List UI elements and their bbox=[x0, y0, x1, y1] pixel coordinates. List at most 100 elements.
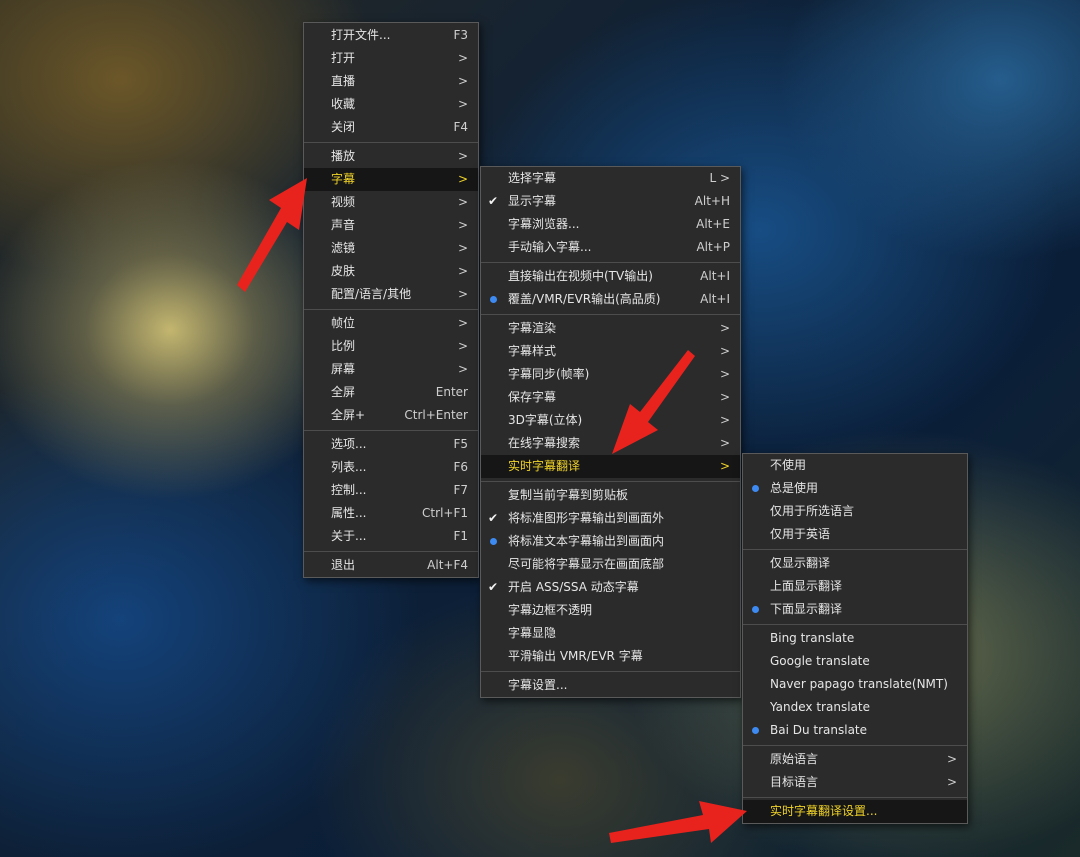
checkmark-icon: ✔ bbox=[488, 194, 499, 208]
submenu-arrow: > bbox=[457, 97, 468, 111]
menu-item-playlist[interactable]: 列表... F6 bbox=[304, 456, 478, 479]
menu-item-tv-output[interactable]: 直接输出在视频中(TV输出) Alt+I bbox=[481, 265, 740, 288]
submenu-arrow: > bbox=[946, 775, 957, 789]
menu-item-always-use[interactable]: 总是使用 bbox=[743, 477, 967, 500]
menu-item-config-language[interactable]: 配置/语言/其他 > bbox=[304, 283, 478, 306]
menu-item-label: 在线字幕搜索 bbox=[508, 436, 581, 450]
menu-item-label: Naver papago translate(NMT) bbox=[770, 677, 948, 691]
red-arrow-icon bbox=[237, 178, 307, 292]
menu-item-select-subtitle[interactable]: 选择字幕 L > bbox=[481, 167, 740, 190]
menu-item-translate-settings[interactable]: 实时字幕翻译设置... bbox=[743, 800, 967, 823]
menu-item-subtitles[interactable]: 字幕 > bbox=[304, 168, 478, 191]
menu-item-naver-papago[interactable]: Naver papago translate(NMT) bbox=[743, 673, 967, 696]
menu-item-yandex[interactable]: Yandex translate bbox=[743, 696, 967, 719]
menu-item-label: 字幕渲染 bbox=[508, 321, 557, 335]
menu-item-fullscreen-plus[interactable]: 全屏+ Ctrl+Enter bbox=[304, 404, 478, 427]
menu-item-video[interactable]: 视频 > bbox=[304, 191, 478, 214]
menu-item-label: 关于... bbox=[331, 529, 367, 543]
menu-item-smooth-output[interactable]: 平滑输出 VMR/EVR 字幕 bbox=[481, 645, 740, 668]
menu-item-about[interactable]: 关于... F1 bbox=[304, 525, 478, 548]
menu-item-translation-below[interactable]: 下面显示翻译 bbox=[743, 598, 967, 621]
menu-item-properties[interactable]: 属性... Ctrl+F1 bbox=[304, 502, 478, 525]
shortcut-label: F1 bbox=[453, 529, 468, 543]
menu-item-label: 直播 bbox=[331, 74, 356, 88]
menu-item-label: 退出 bbox=[331, 558, 356, 572]
menu-item-subtitle-settings[interactable]: 字幕设置... bbox=[481, 674, 740, 697]
menu-item-label: 原始语言 bbox=[770, 752, 819, 766]
menu-item-live[interactable]: 直播 > bbox=[304, 70, 478, 93]
radio-dot-icon bbox=[752, 727, 759, 734]
menu-separator bbox=[304, 551, 478, 552]
menu-item-exit[interactable]: 退出 Alt+F4 bbox=[304, 554, 478, 577]
shortcut-label: Ctrl+Enter bbox=[404, 408, 468, 422]
submenu-arrow: > bbox=[946, 752, 957, 766]
submenu-arrow: > bbox=[457, 362, 468, 376]
shortcut-label: F6 bbox=[453, 460, 468, 474]
menu-item-skin[interactable]: 皮肤 > bbox=[304, 260, 478, 283]
menu-item-label: 显示字幕 bbox=[508, 194, 557, 208]
submenu-arrow: > bbox=[457, 172, 468, 186]
menu-item-graphic-outside[interactable]: ✔ 将标准图形字幕输出到画面外 bbox=[481, 507, 740, 530]
menu-item-bing[interactable]: Bing translate bbox=[743, 627, 967, 650]
radio-dot-icon bbox=[752, 485, 759, 492]
menu-item-label: 直接输出在视频中(TV输出) bbox=[508, 269, 653, 283]
menu-item-translation-only[interactable]: 仅显示翻译 bbox=[743, 552, 967, 575]
menu-item-ratio[interactable]: 比例 > bbox=[304, 335, 478, 358]
menu-item-selected-language-only[interactable]: 仅用于所选语言 bbox=[743, 500, 967, 523]
menu-item-close[interactable]: 关闭 F4 bbox=[304, 116, 478, 139]
menu-item-label: 尽可能将字幕显示在画面底部 bbox=[508, 557, 665, 571]
menu-item-fullscreen[interactable]: 全屏 Enter bbox=[304, 381, 478, 404]
menu-item-ass-ssa[interactable]: ✔ 开启 ASS/SSA 动态字幕 bbox=[481, 576, 740, 599]
menu-item-baidu[interactable]: Bai Du translate bbox=[743, 719, 967, 742]
menu-item-label: 字幕显隐 bbox=[508, 626, 557, 640]
menu-item-copy-to-clipboard[interactable]: 复制当前字幕到剪贴板 bbox=[481, 484, 740, 507]
menu-item-open-file[interactable]: 打开文件... F3 bbox=[304, 24, 478, 47]
menu-item-manual-input[interactable]: 手动输入字幕... Alt+P bbox=[481, 236, 740, 259]
submenu-arrow: > bbox=[719, 436, 730, 450]
submenu-arrow: > bbox=[719, 344, 730, 358]
menu-item-target-language[interactable]: 目标语言 > bbox=[743, 771, 967, 794]
submenu-arrow: > bbox=[457, 149, 468, 163]
menu-separator bbox=[304, 430, 478, 431]
menu-item-open[interactable]: 打开 > bbox=[304, 47, 478, 70]
menu-item-overlay-output[interactable]: 覆盖/VMR/EVR输出(高品质) Alt+I bbox=[481, 288, 740, 311]
menu-item-google[interactable]: Google translate bbox=[743, 650, 967, 673]
menu-item-label: 打开文件... bbox=[331, 28, 391, 42]
menu-item-opaque-border[interactable]: 字幕边框不透明 bbox=[481, 599, 740, 622]
translate-submenu: 不使用 总是使用 仅用于所选语言 仅用于英语 仅显示翻译 上面显示翻译 下面显示… bbox=[742, 453, 968, 824]
menu-item-show-subtitle[interactable]: ✔ 显示字幕 Alt+H bbox=[481, 190, 740, 213]
red-arrow-icon bbox=[612, 350, 695, 454]
menu-item-label: 实时字幕翻译 bbox=[508, 459, 581, 473]
menu-item-favorites[interactable]: 收藏 > bbox=[304, 93, 478, 116]
menu-item-label: 控制... bbox=[331, 483, 367, 497]
menu-separator bbox=[481, 262, 740, 263]
menu-item-never-use[interactable]: 不使用 bbox=[743, 454, 967, 477]
menu-item-toggle-subtitle[interactable]: 字幕显隐 bbox=[481, 622, 740, 645]
menu-item-filters[interactable]: 滤镜 > bbox=[304, 237, 478, 260]
menu-item-screen[interactable]: 屏幕 > bbox=[304, 358, 478, 381]
shortcut-label: Alt+E bbox=[696, 217, 730, 231]
menu-item-frame[interactable]: 帧位 > bbox=[304, 312, 478, 335]
menu-item-text-inside[interactable]: 将标准文本字幕输出到画面内 bbox=[481, 530, 740, 553]
menu-item-label: Yandex translate bbox=[770, 700, 870, 714]
menu-item-label: 仅用于英语 bbox=[770, 527, 831, 541]
menu-item-subtitle-render[interactable]: 字幕渲染 > bbox=[481, 317, 740, 340]
radio-dot-icon bbox=[490, 296, 497, 303]
menu-item-display-bottom[interactable]: 尽可能将字幕显示在画面底部 bbox=[481, 553, 740, 576]
menu-item-options[interactable]: 选项... F5 bbox=[304, 433, 478, 456]
menu-item-label: 关闭 bbox=[331, 120, 356, 134]
submenu-arrow: > bbox=[719, 413, 730, 427]
menu-item-playback[interactable]: 播放 > bbox=[304, 145, 478, 168]
shortcut-label: F4 bbox=[453, 120, 468, 134]
shortcut-label: Enter bbox=[435, 385, 468, 399]
menu-item-translation-above[interactable]: 上面显示翻译 bbox=[743, 575, 967, 598]
menu-item-audio[interactable]: 声音 > bbox=[304, 214, 478, 237]
menu-item-control[interactable]: 控制... F7 bbox=[304, 479, 478, 502]
menu-item-subtitle-browser[interactable]: 字幕浏览器... Alt+E bbox=[481, 213, 740, 236]
menu-item-label: 3D字幕(立体) bbox=[508, 413, 583, 427]
menu-item-english-only[interactable]: 仅用于英语 bbox=[743, 523, 967, 546]
submenu-arrow: > bbox=[719, 367, 730, 381]
menu-item-source-language[interactable]: 原始语言 > bbox=[743, 748, 967, 771]
menu-item-label: 总是使用 bbox=[770, 481, 819, 495]
main-context-menu: 打开文件... F3 打开 > 直播 > 收藏 > 关闭 F4 播放 > 字幕 > 视频 > 声… bbox=[303, 22, 479, 578]
